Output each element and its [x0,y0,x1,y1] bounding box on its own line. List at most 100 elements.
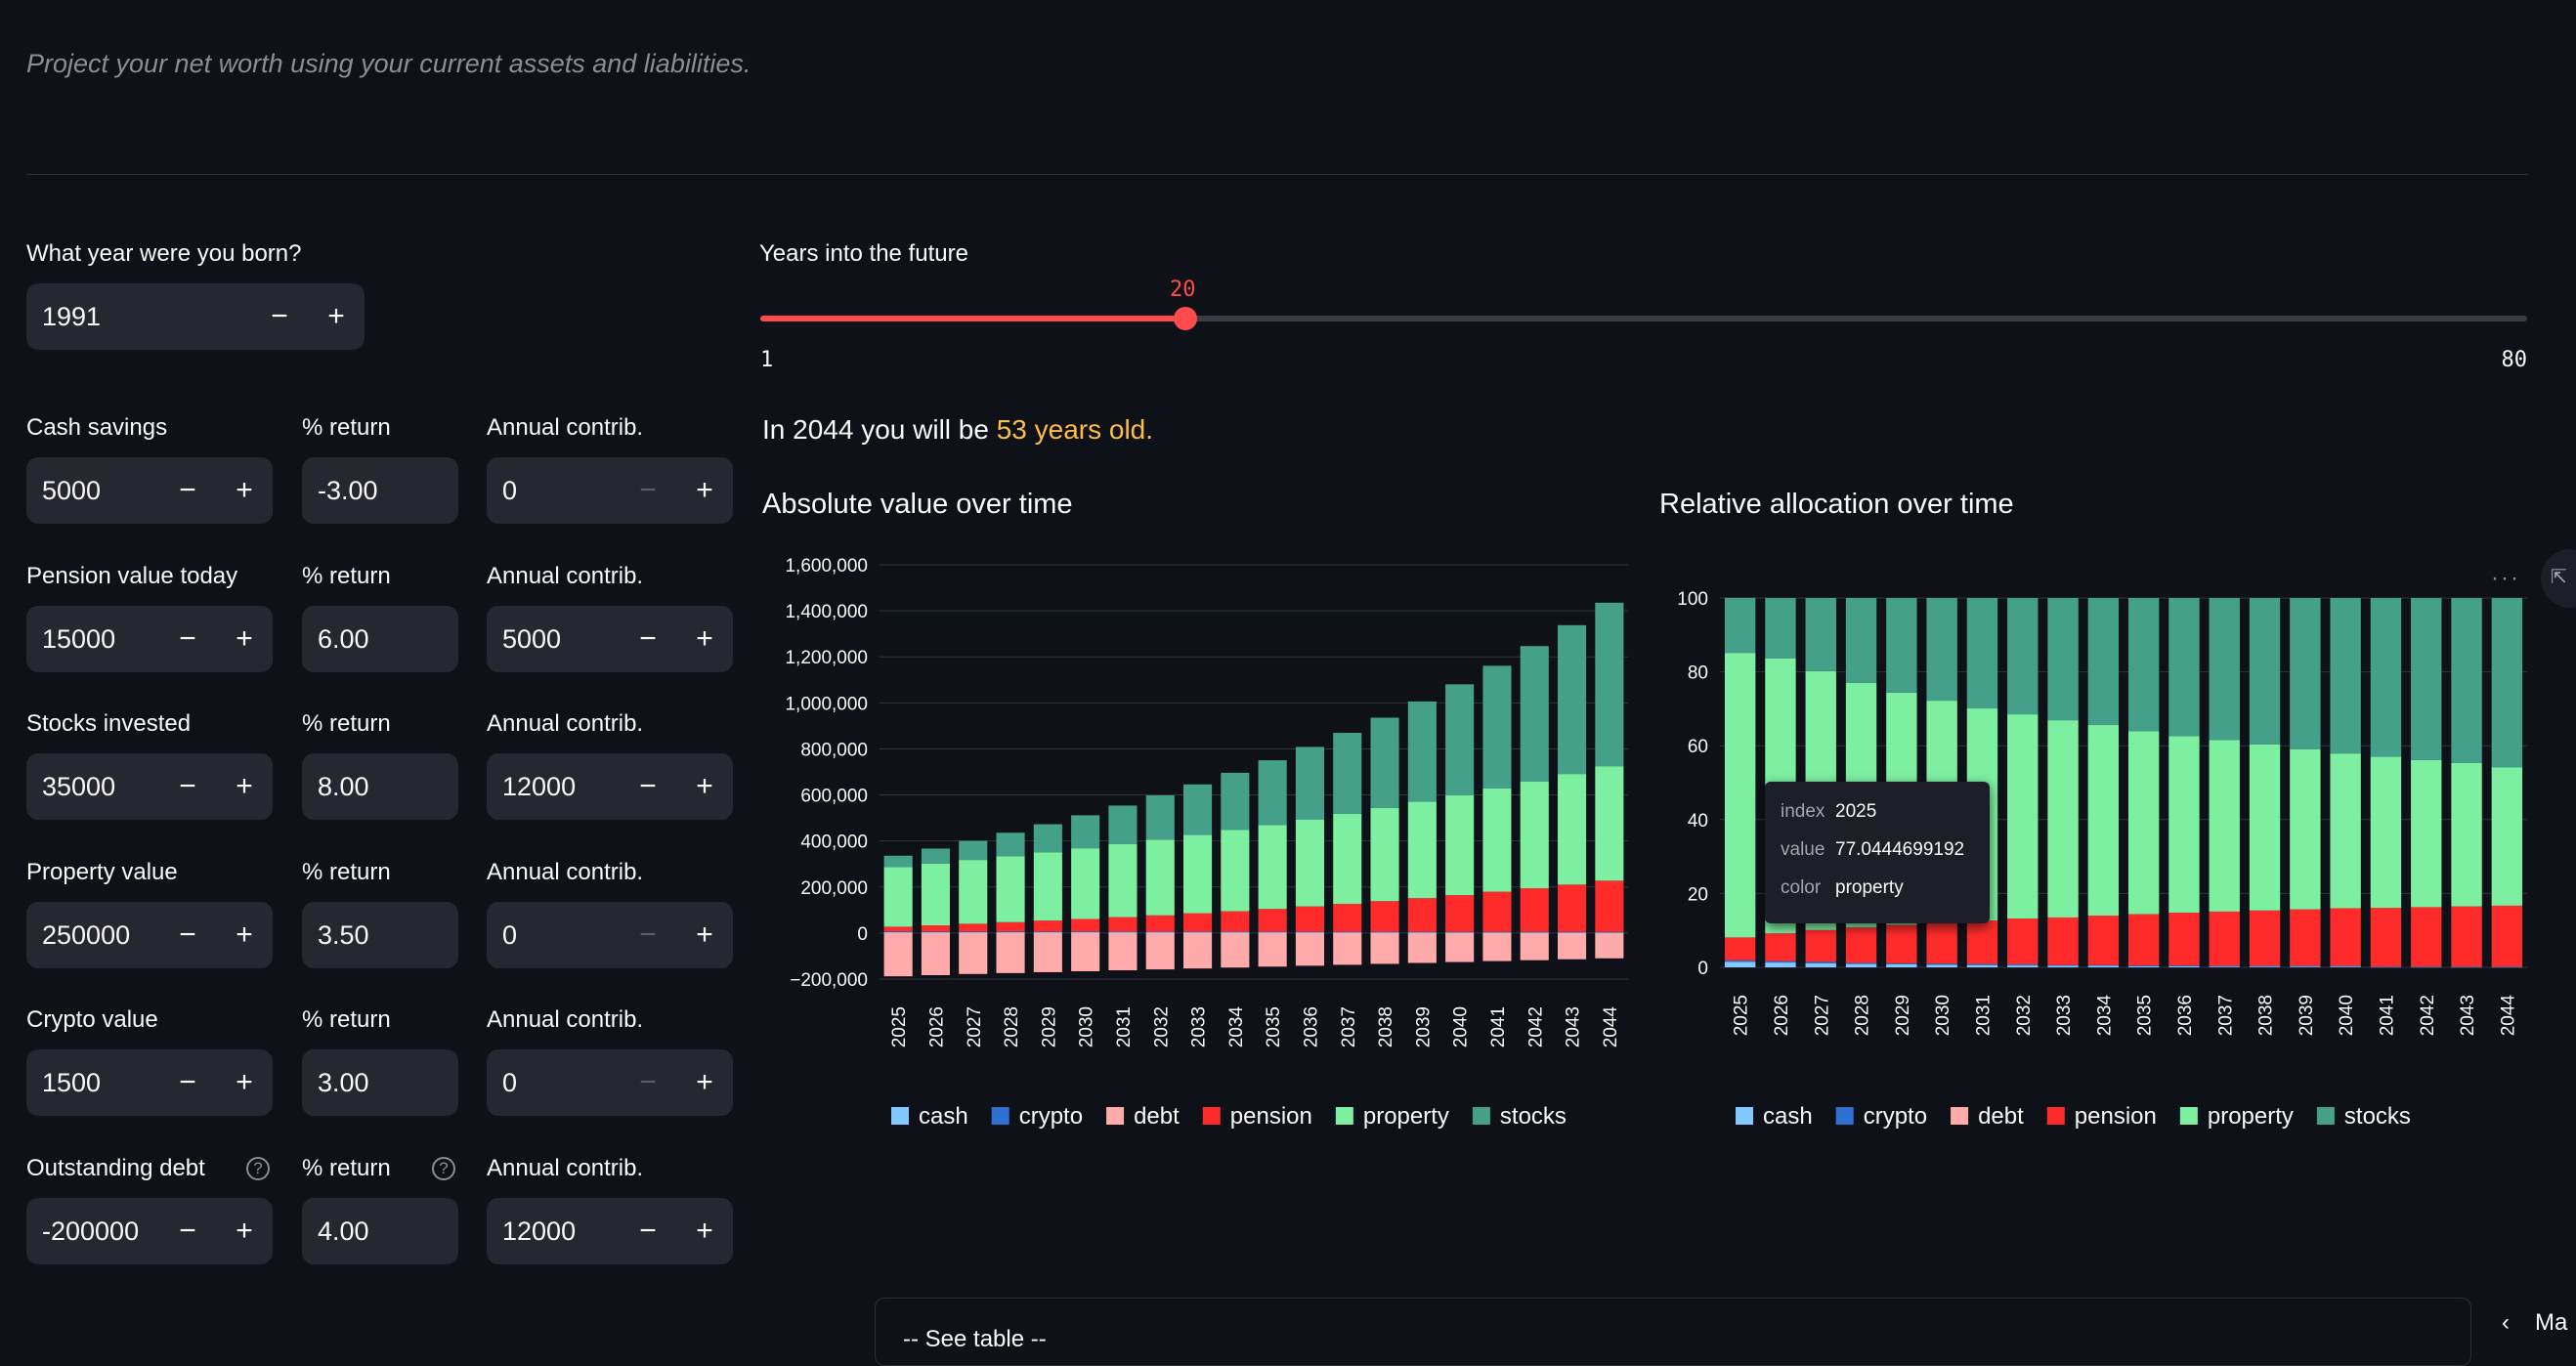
bar-pension-2039[interactable] [1407,898,1437,932]
bar-cash-2036[interactable] [1295,932,1325,933]
bar-cash-2038[interactable] [2249,966,2281,967]
bar-crypto-2032[interactable] [2007,963,2039,966]
contrib-input[interactable]: 0 − + [487,457,733,524]
bar-pension-2032[interactable] [2007,918,2039,964]
bar-stocks-2043[interactable] [2451,598,2482,763]
bar-cash-2030[interactable] [1926,964,1957,967]
bar-property-2033[interactable] [1182,834,1213,914]
bottom-control[interactable]: ‹ Ma [2502,1309,2567,1337]
bar-cash-2038[interactable] [1370,932,1399,933]
bar-stocks-2034[interactable] [2087,598,2120,726]
bar-cash-2026[interactable] [1765,962,1796,967]
bar-stocks-2025[interactable] [883,855,913,868]
bar-pension-2044[interactable] [1595,880,1624,932]
bar-cash-2043[interactable] [1557,932,1587,933]
bar-debt-2033[interactable] [1182,932,1213,969]
decrement-button[interactable]: − [620,1198,676,1264]
bar-property-2038[interactable] [2249,744,2281,911]
bar-crypto-2034[interactable] [2087,964,2120,966]
bar-stocks-2029[interactable] [1033,824,1062,853]
bar-cash-2032[interactable] [2007,965,2039,967]
bar-crypto-2043[interactable] [2451,966,2482,967]
bar-property-2039[interactable] [1407,801,1437,899]
bar-stocks-2040[interactable] [1445,684,1475,796]
bar-property-2043[interactable] [1557,774,1587,885]
bar-crypto-2028[interactable] [1845,962,1877,964]
bar-pension-2029[interactable] [1886,924,1917,963]
bar-property-2037[interactable] [2209,740,2240,912]
decrement-button[interactable]: − [251,283,308,350]
bar-crypto-2025[interactable] [883,931,913,932]
bar-debt-2041[interactable] [1482,932,1512,961]
bar-property-2025[interactable] [883,867,913,927]
bar-stocks-2037[interactable] [2209,598,2240,741]
bar-cash-2027[interactable] [1805,962,1836,967]
years-slider[interactable] [760,307,2527,330]
bar-stocks-2036[interactable] [1295,747,1325,820]
chart-menu-icon[interactable]: ··· [2491,565,2520,592]
decrement-button[interactable]: − [620,753,676,820]
bar-pension-2033[interactable] [1182,913,1213,932]
bar-property-2028[interactable] [996,856,1025,922]
return-input[interactable]: 6.00 [302,606,458,672]
bar-pension-2029[interactable] [1033,920,1062,932]
bar-property-2027[interactable] [959,860,988,924]
contrib-input[interactable]: 5000 − + [487,606,733,672]
bar-debt-2044[interactable] [1595,932,1624,959]
bar-pension-2031[interactable] [1108,917,1138,932]
bar-cash-2030[interactable] [1071,931,1100,933]
bar-property-2043[interactable] [2451,762,2482,907]
bar-property-2036[interactable] [2168,736,2200,914]
asset-input[interactable]: 15000 − + [26,606,273,672]
asset-value[interactable]: 250000 [26,920,159,951]
asset-input[interactable]: -200000 − + [26,1198,273,1264]
bar-property-2025[interactable] [1724,653,1756,938]
increment-button[interactable]: + [676,753,733,820]
increment-button[interactable]: + [308,283,365,350]
bar-cash-2033[interactable] [2047,965,2079,967]
years-slider-thumb[interactable] [1173,307,1197,330]
return-value[interactable]: 4.00 [302,1217,458,1247]
bar-pension-2044[interactable] [2491,905,2523,967]
bar-pension-2028[interactable] [996,921,1025,932]
asset-input[interactable]: 5000 − + [26,457,273,524]
bar-stocks-2026[interactable] [921,848,951,864]
bar-crypto-2032[interactable] [1145,931,1175,933]
bar-debt-2032[interactable] [1145,932,1175,970]
born-year-value[interactable]: 1991 [26,302,251,332]
bar-stocks-2031[interactable] [1966,598,1998,709]
bar-pension-2036[interactable] [2168,913,2200,966]
bar-cash-2035[interactable] [1258,932,1287,933]
help-icon[interactable]: ? [432,1157,455,1180]
bar-crypto-2036[interactable] [2168,965,2200,966]
contrib-value[interactable]: 0 [487,920,620,951]
increment-button[interactable]: + [676,902,733,968]
bar-property-2041[interactable] [1482,788,1512,892]
bar-cash-2028[interactable] [1845,963,1877,967]
bar-property-2044[interactable] [1595,766,1624,881]
bar-pension-2034[interactable] [2087,916,2120,965]
return-input[interactable]: 4.00 [302,1198,458,1264]
bar-crypto-2026[interactable] [1765,960,1796,963]
bar-stocks-2039[interactable] [2290,598,2321,749]
return-value[interactable]: 3.50 [302,920,458,951]
see-table-expander[interactable]: -- See table -- [875,1298,2471,1366]
bar-crypto-2031[interactable] [1108,931,1138,932]
contrib-value[interactable]: 0 [487,476,620,506]
bar-pension-2032[interactable] [1145,915,1175,932]
contrib-value[interactable]: 0 [487,1068,620,1098]
bar-cash-2044[interactable] [1595,932,1624,933]
increment-button[interactable]: + [676,1049,733,1116]
bar-stocks-2035[interactable] [1258,760,1287,826]
decrement-button[interactable]: − [159,1198,216,1264]
bar-crypto-2038[interactable] [1370,931,1399,933]
bar-pension-2040[interactable] [1445,895,1475,932]
bar-stocks-2030[interactable] [1926,598,1957,702]
bar-pension-2037[interactable] [2209,911,2240,966]
bar-pension-2030[interactable] [1926,922,1957,964]
contrib-value[interactable]: 5000 [487,624,620,655]
bar-property-2039[interactable] [2290,748,2321,910]
bar-crypto-2044[interactable] [1595,931,1624,933]
bar-stocks-2040[interactable] [2330,598,2361,754]
bar-cash-2028[interactable] [996,931,1025,933]
